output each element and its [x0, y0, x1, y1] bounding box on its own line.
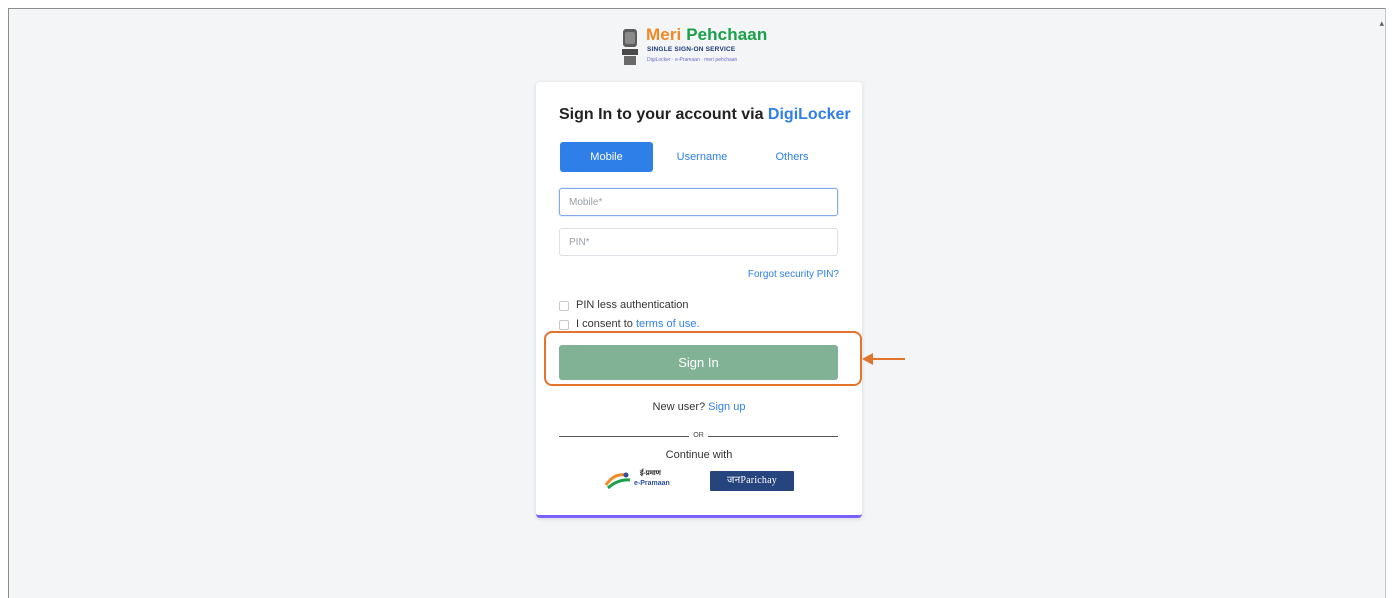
- pinless-auth-label: PIN less authentication: [576, 299, 689, 311]
- mobile-input[interactable]: [559, 188, 838, 216]
- epramaan-logo-icon: [604, 472, 631, 490]
- logo-partners: DigiLocker · e-Pramaan · meri pehchaan: [647, 57, 738, 63]
- logo-subtitle: SINGLE SIGN-ON SERVICE: [647, 46, 736, 53]
- pinless-auth-checkbox[interactable]: [559, 301, 569, 311]
- sign-in-highlight-box: [544, 331, 862, 386]
- or-divider: OR: [559, 431, 838, 441]
- epramaan-hindi-label: ई-प्रमाण: [640, 470, 661, 477]
- janparichay-login-button[interactable]: जनParichay: [710, 471, 794, 491]
- tab-username[interactable]: Username: [660, 142, 744, 172]
- card-title: Sign In to your account via DigiLocker: [559, 106, 851, 124]
- consent-prefix: I consent to: [576, 318, 636, 330]
- sign-up-link[interactable]: Sign up: [708, 401, 745, 413]
- login-method-tabs: Mobile Username Others: [560, 142, 840, 172]
- pin-input[interactable]: [559, 228, 838, 256]
- tab-others[interactable]: Others: [750, 142, 834, 172]
- new-user-row: New user? Sign up: [536, 401, 862, 413]
- continue-with-label: Continue with: [665, 449, 733, 461]
- forgot-pin-link[interactable]: Forgot security PIN?: [748, 269, 839, 280]
- left-arrow-icon: [862, 353, 905, 365]
- logo-title-part1: Meri: [646, 25, 687, 44]
- consent-checkbox[interactable]: [559, 320, 569, 330]
- tab-mobile[interactable]: Mobile: [560, 142, 653, 172]
- consent-label: I consent to terms of use.: [576, 318, 700, 330]
- epramaan-label: e-Pramaan: [634, 480, 670, 487]
- logo-title: Meri Pehchaan: [646, 25, 767, 45]
- logo-title-part2: Pehchaan: [686, 25, 768, 44]
- meri-pehchaan-logo: Meri Pehchaan SINGLE SIGN-ON SERVICE Dig…: [620, 25, 780, 71]
- epramaan-login-button[interactable]: ई-प्रमाण e-Pramaan: [604, 469, 686, 493]
- divider-line-right: [708, 436, 838, 437]
- scroll-up-icon[interactable]: ▴: [1379, 19, 1384, 28]
- terms-of-use-link[interactable]: terms of use.: [636, 318, 700, 330]
- card-title-brand: DigiLocker: [767, 106, 851, 123]
- new-user-label: New user?: [652, 401, 709, 413]
- card-title-prefix: Sign In to your account via: [559, 106, 768, 123]
- national-emblem-icon: [622, 29, 638, 65]
- signin-card: Sign In to your account via DigiLocker M…: [536, 82, 862, 518]
